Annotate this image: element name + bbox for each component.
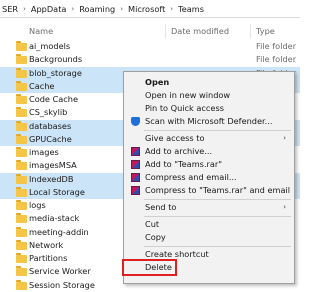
column-header-name[interactable]: Name <box>29 26 53 36</box>
context-menu: Open Open in new window Pin to Quick acc… <box>123 71 295 284</box>
file-row[interactable]: ai_models File folder <box>0 40 300 53</box>
column-headers: Name Date modified Type <box>0 24 300 38</box>
folder-icon <box>16 253 27 263</box>
menu-item-label: Open in new window <box>145 90 231 100</box>
menu-item-compress-email[interactable]: Compress and email... <box>124 171 294 184</box>
file-name: Code Cache <box>29 94 79 104</box>
file-name: Partitions <box>29 253 68 263</box>
menu-item-label: Add to archive... <box>145 146 213 156</box>
folder-icon <box>16 266 27 277</box>
column-header-type[interactable]: Type <box>256 26 275 36</box>
winrar-icon <box>131 147 140 156</box>
breadcrumb-item[interactable]: AppData <box>29 4 69 14</box>
menu-item-copy[interactable]: Copy <box>124 231 294 244</box>
file-name: ai_models <box>29 41 71 51</box>
folder-icon <box>16 147 27 157</box>
submenu-arrow-icon: › <box>283 134 286 142</box>
file-name: blob_storage <box>29 67 82 78</box>
folder-icon <box>16 186 27 197</box>
folder-icon <box>16 41 27 51</box>
menu-item-label: Add to "Teams.rar" <box>145 159 223 169</box>
folder-icon <box>16 226 27 237</box>
menu-item-cut[interactable]: Cut <box>124 218 294 231</box>
menu-item-label: Compress and email... <box>145 172 237 182</box>
file-name: images <box>29 147 59 157</box>
menu-item-compress-teams-email[interactable]: Compress to "Teams.rar" and email <box>124 184 294 197</box>
folder-icon <box>16 160 27 171</box>
column-header-date-modified[interactable]: Date modified <box>171 26 229 36</box>
breadcrumb-item[interactable]: Roaming <box>77 4 117 14</box>
folder-icon <box>16 67 27 78</box>
breadcrumb: SER › AppData › Roaming › Microsoft › Te… <box>0 4 206 14</box>
folder-icon <box>16 107 27 118</box>
folder-icon <box>16 239 27 250</box>
winrar-icon <box>131 160 140 169</box>
column-divider[interactable] <box>165 24 166 38</box>
file-row[interactable]: Backgrounds File folder <box>0 53 300 66</box>
folder-icon <box>16 54 27 65</box>
folder-icon <box>16 133 27 144</box>
menu-separator <box>144 199 291 200</box>
menu-item-label: Compress to "Teams.rar" and email <box>145 185 291 195</box>
file-name: logs <box>29 200 46 210</box>
menu-item-add-teams-rar[interactable]: Add to "Teams.rar" <box>124 158 294 171</box>
file-name: Backgrounds <box>29 54 83 65</box>
file-name: meeting-addin <box>29 226 89 237</box>
menu-item-scan-defender[interactable]: Scan with Microsoft Defender... <box>124 115 294 128</box>
chevron-right-icon: › <box>120 5 124 13</box>
breadcrumb-item[interactable]: SER <box>0 4 20 14</box>
folder-icon <box>16 213 27 224</box>
menu-item-add-archive[interactable]: Add to archive... <box>124 145 294 158</box>
file-type: File folder <box>256 41 297 51</box>
file-name: Network <box>29 239 64 250</box>
menu-separator <box>144 130 291 131</box>
menu-item-pin-quick-access[interactable]: Pin to Quick access <box>124 102 294 115</box>
folder-icon <box>16 94 27 104</box>
chevron-right-icon: › <box>71 5 75 13</box>
menu-item-label: Scan with Microsoft Defender... <box>145 116 273 126</box>
menu-item-label: Pin to Quick access <box>145 103 224 113</box>
folder-icon <box>16 279 27 290</box>
menu-item-label: Copy <box>145 232 166 242</box>
file-name: Cache <box>29 80 55 91</box>
folder-icon <box>16 80 27 91</box>
menu-item-open-new-window[interactable]: Open in new window <box>124 89 294 102</box>
column-divider[interactable] <box>250 24 251 38</box>
menu-item-label: Give access to <box>145 133 205 143</box>
file-name: GPUCache <box>29 133 72 144</box>
menu-item-give-access[interactable]: Give access to › <box>124 132 294 145</box>
breadcrumb-item[interactable]: Teams <box>176 4 206 14</box>
winrar-icon <box>131 186 140 195</box>
winrar-icon <box>131 173 140 182</box>
chevron-right-icon: › <box>23 5 26 13</box>
menu-item-label: Send to <box>145 202 177 212</box>
file-name: databases <box>29 120 72 131</box>
folder-icon <box>16 173 27 184</box>
menu-item-label: Cut <box>145 219 160 229</box>
file-name: CS_skylib <box>29 107 68 118</box>
file-name: media-stack <box>29 213 80 224</box>
folder-icon <box>16 200 27 210</box>
file-name: Session Storage <box>29 279 95 290</box>
menu-item-open[interactable]: Open <box>124 76 294 89</box>
file-name: imagesMSA <box>29 160 77 171</box>
menu-item-send-to[interactable]: Send to › <box>124 201 294 214</box>
menu-item-label: Open <box>145 77 170 87</box>
delete-highlight-box <box>122 259 177 276</box>
folder-icon <box>16 120 27 131</box>
address-bar[interactable]: SER › AppData › Roaming › Microsoft › Te… <box>0 0 300 18</box>
file-name: Service Worker <box>29 266 91 277</box>
file-type: File folder <box>256 54 297 65</box>
defender-shield-icon <box>131 117 140 126</box>
menu-separator <box>144 246 291 247</box>
file-name: IndexedDB <box>29 173 74 184</box>
breadcrumb-item[interactable]: Microsoft <box>126 4 167 14</box>
menu-separator <box>144 216 291 217</box>
submenu-arrow-icon: › <box>283 203 286 211</box>
chevron-right-icon: › <box>170 5 174 13</box>
file-name: Local Storage <box>29 186 85 197</box>
